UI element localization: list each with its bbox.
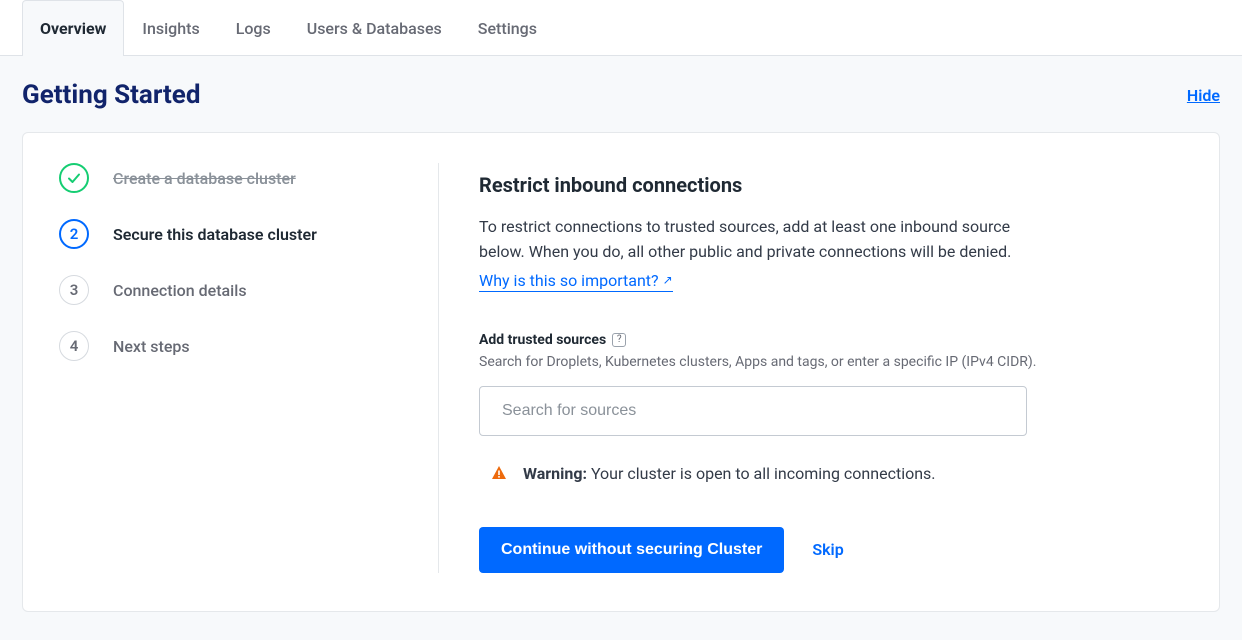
getting-started-card: Create a database cluster 2 Secure this … bbox=[22, 132, 1220, 612]
trusted-sources-group: Add trusted sources ? Search for Droplet… bbox=[479, 332, 1059, 436]
warning-message: Your cluster is open to all incoming con… bbox=[587, 464, 936, 483]
search-sources-input[interactable] bbox=[479, 386, 1027, 436]
content-title: Restrict inbound connections bbox=[479, 173, 1059, 197]
help-icon[interactable]: ? bbox=[612, 333, 626, 347]
step-create-cluster[interactable]: Create a database cluster bbox=[59, 163, 408, 193]
warning-label: Warning: bbox=[523, 464, 587, 483]
step-number-icon: 3 bbox=[59, 275, 89, 305]
tab-settings[interactable]: Settings bbox=[460, 0, 555, 56]
step-number-icon: 2 bbox=[59, 219, 89, 249]
tab-insights[interactable]: Insights bbox=[124, 0, 217, 56]
steps-sidebar: Create a database cluster 2 Secure this … bbox=[59, 163, 439, 573]
step-label: Next steps bbox=[113, 337, 190, 356]
trusted-sources-help: Search for Droplets, Kubernetes clusters… bbox=[479, 354, 1059, 370]
why-important-link[interactable]: Why is this so important? ↗ bbox=[479, 271, 673, 292]
warning-row: Warning: Your cluster is open to all inc… bbox=[479, 464, 1059, 483]
content-body: To restrict connections to trusted sourc… bbox=[479, 215, 1059, 265]
step-label: Create a database cluster bbox=[113, 169, 296, 188]
external-link-icon: ↗ bbox=[663, 273, 673, 287]
skip-button[interactable]: Skip bbox=[812, 540, 843, 559]
tab-logs[interactable]: Logs bbox=[218, 0, 289, 56]
check-icon bbox=[59, 163, 89, 193]
link-text: Why is this so important? bbox=[479, 271, 659, 290]
page-title: Getting Started bbox=[22, 80, 200, 110]
tabs-bar: Overview Insights Logs Users & Databases… bbox=[0, 0, 1242, 56]
step-connection-details[interactable]: 3 Connection details bbox=[59, 275, 408, 305]
step-number-icon: 4 bbox=[59, 331, 89, 361]
step-secure-cluster[interactable]: 2 Secure this database cluster bbox=[59, 219, 408, 249]
tab-users-databases[interactable]: Users & Databases bbox=[289, 0, 460, 56]
step-label: Secure this database cluster bbox=[113, 225, 317, 244]
continue-button[interactable]: Continue without securing Cluster bbox=[479, 527, 784, 573]
step-content: Restrict inbound connections To restrict… bbox=[439, 163, 1059, 573]
warning-icon bbox=[491, 465, 507, 481]
hide-link[interactable]: Hide bbox=[1187, 86, 1220, 105]
warning-text: Warning: Your cluster is open to all inc… bbox=[523, 464, 936, 483]
step-label: Connection details bbox=[113, 281, 247, 300]
step-next-steps[interactable]: 4 Next steps bbox=[59, 331, 408, 361]
tab-overview[interactable]: Overview bbox=[22, 0, 124, 56]
page-header: Getting Started Hide bbox=[22, 80, 1220, 110]
button-row: Continue without securing Cluster Skip bbox=[479, 527, 1059, 573]
trusted-sources-label: Add trusted sources bbox=[479, 332, 606, 348]
